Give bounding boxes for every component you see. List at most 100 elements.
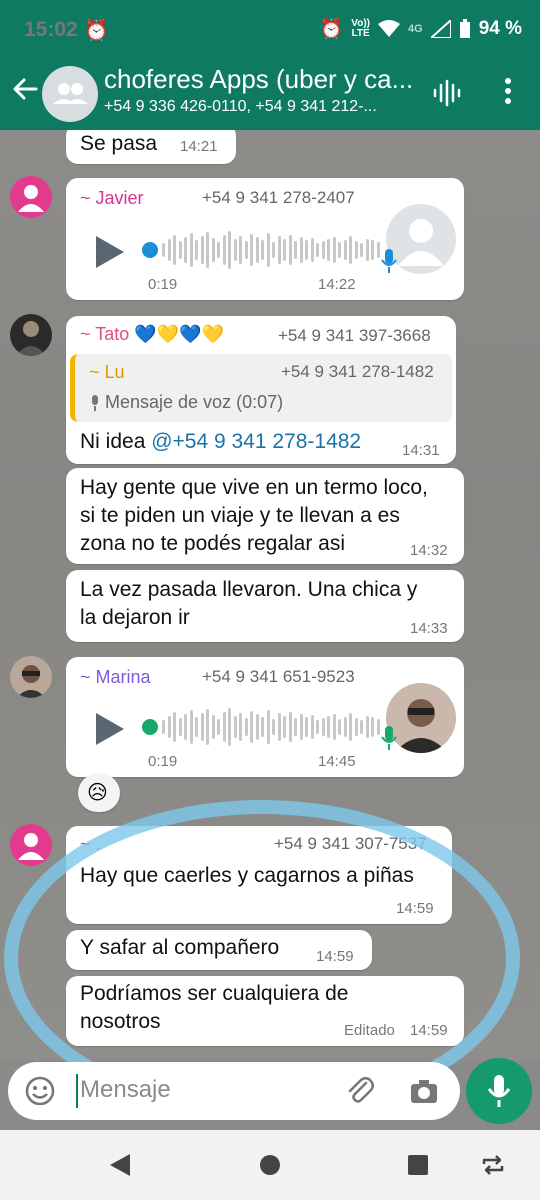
waveform-bar bbox=[178, 718, 182, 736]
waveform-bar bbox=[200, 236, 204, 264]
waveform[interactable] bbox=[142, 228, 382, 272]
waveform-bar bbox=[321, 718, 325, 736]
waveform-bar bbox=[283, 239, 286, 261]
reaction-badge[interactable]: 😥 bbox=[78, 774, 120, 812]
message-bubble[interactable]: ~ . +54 9 341 307-7537 Hay que caerles y… bbox=[66, 826, 452, 924]
rotate-icon[interactable] bbox=[480, 1154, 506, 1176]
waveform-bar bbox=[206, 232, 209, 268]
waveform-bar bbox=[173, 235, 176, 265]
waveform-bar bbox=[349, 713, 352, 741]
waveform-bar bbox=[305, 240, 308, 260]
message-time: 14:45 bbox=[318, 753, 356, 770]
message-text: Ni idea @+54 9 341 278-1482 bbox=[80, 430, 362, 453]
voice-message[interactable]: ~ Javier +54 9 341 278-2407 0:19 14:22 bbox=[66, 178, 464, 300]
play-icon[interactable] bbox=[94, 234, 126, 270]
message-bubble[interactable]: La vez pasada llevaron. Una chica y la d… bbox=[66, 570, 464, 642]
waveform-bar bbox=[255, 237, 259, 263]
signal-icon bbox=[430, 20, 451, 38]
waveform-bar bbox=[310, 238, 314, 262]
sender-name: ~ Javier bbox=[80, 188, 144, 208]
waveform-bar bbox=[299, 714, 303, 740]
waveform-bar bbox=[288, 235, 292, 265]
message-text-line: Podríamos ser cualquiera de bbox=[80, 982, 349, 1005]
message-input[interactable]: Mensaje bbox=[80, 1076, 171, 1104]
waveform-bar bbox=[250, 234, 253, 266]
waveform-bar bbox=[266, 710, 270, 744]
waveform-bar bbox=[255, 714, 259, 740]
waveform-bar bbox=[178, 241, 182, 259]
voice-chat-icon[interactable] bbox=[432, 78, 462, 108]
waveform-bar bbox=[288, 712, 292, 742]
waveform-bar bbox=[195, 240, 198, 260]
message-bubble[interactable]: Hay gente que vive en un termo loco, si … bbox=[66, 468, 464, 564]
waveform-bar bbox=[162, 720, 165, 734]
more-options-icon[interactable] bbox=[498, 74, 518, 108]
message-time: 14:22 bbox=[318, 276, 356, 293]
attach-icon[interactable] bbox=[344, 1075, 376, 1107]
group-avatar[interactable] bbox=[42, 66, 98, 122]
waveform-bar bbox=[206, 709, 209, 745]
waveform-bar bbox=[211, 238, 215, 262]
status-time: 15:02 bbox=[24, 18, 78, 41]
message-list[interactable]: Se pasa 14:21 ~ Javier +54 9 341 278-240… bbox=[0, 130, 540, 1060]
waveform[interactable] bbox=[142, 705, 382, 749]
home-icon[interactable] bbox=[258, 1153, 282, 1177]
chat-participants[interactable]: +54 9 336 426-0110, +54 9 341 212-... bbox=[104, 98, 414, 116]
sender-phone: +54 9 341 651-9523 bbox=[202, 667, 355, 686]
system-nav-bar bbox=[0, 1130, 540, 1200]
waveform-bar bbox=[332, 237, 336, 263]
message-text-line: la dejaron ir bbox=[80, 606, 190, 629]
waveform-bar bbox=[310, 715, 314, 739]
battery-icon bbox=[459, 19, 470, 38]
playhead[interactable] bbox=[142, 242, 158, 258]
avatar[interactable] bbox=[10, 176, 52, 218]
recents-icon[interactable] bbox=[407, 1154, 429, 1176]
back-icon[interactable] bbox=[108, 1152, 132, 1178]
chat-title[interactable]: choferes Apps (uber y ca... bbox=[104, 64, 414, 95]
waveform-bar bbox=[217, 242, 220, 258]
message-bubble[interactable]: Podríamos ser cualquiera de nosotros Edi… bbox=[66, 976, 464, 1046]
sender-name: ~ Tato 💙💛💙💛 bbox=[80, 324, 224, 344]
waveform-bar bbox=[217, 719, 220, 735]
default-avatar-icon bbox=[18, 185, 44, 212]
waveform-bar bbox=[360, 720, 363, 734]
avatar[interactable] bbox=[10, 656, 52, 698]
message-text-line: nosotros bbox=[80, 1010, 161, 1033]
message-text: Hay que caerles y cagarnos a piñas bbox=[80, 864, 414, 887]
waveform-bar bbox=[173, 712, 176, 742]
waveform-bar bbox=[222, 235, 226, 265]
message-text: Y safar al compañero bbox=[80, 936, 280, 959]
message-bubble[interactable]: ~ Tato 💙💛💙💛 +54 9 341 397-3668 ~ Lu +54 … bbox=[66, 316, 456, 464]
avatar[interactable] bbox=[10, 314, 52, 356]
waveform-bar bbox=[343, 240, 347, 260]
text-caret bbox=[76, 1074, 78, 1108]
message-bubble[interactable]: Se pasa 14:21 bbox=[66, 130, 236, 164]
message-text-line: si te piden un viaje y te llevan a es bbox=[80, 504, 400, 527]
waveform-bar bbox=[327, 716, 330, 738]
sender-phone: +54 9 341 307-7537 bbox=[274, 834, 427, 853]
waveform-bar bbox=[228, 231, 231, 269]
play-icon[interactable] bbox=[94, 711, 126, 747]
camera-icon[interactable] bbox=[408, 1075, 440, 1107]
back-arrow-icon[interactable] bbox=[10, 74, 40, 104]
avatar[interactable] bbox=[10, 824, 52, 866]
mic-icon bbox=[381, 249, 397, 273]
voice-record-button[interactable] bbox=[466, 1058, 532, 1124]
message-time: 14:33 bbox=[410, 620, 448, 637]
quoted-message[interactable]: ~ Lu +54 9 341 278-1482 Mensaje de voz (… bbox=[70, 354, 452, 422]
playhead[interactable] bbox=[142, 719, 158, 735]
waveform-bar bbox=[261, 717, 264, 737]
waveform-bar bbox=[228, 708, 231, 746]
profile-photo-icon bbox=[16, 321, 46, 356]
alarm-icon: ⏰ bbox=[319, 19, 344, 40]
voice-message[interactable]: ~ Marina +54 9 341 651-9523 0:19 14:45 bbox=[66, 657, 464, 777]
chat-header: choferes Apps (uber y ca... +54 9 336 42… bbox=[0, 60, 540, 130]
volte-icon: Vo)) LTE bbox=[351, 18, 370, 39]
message-input-bar[interactable]: Mensaje bbox=[8, 1062, 460, 1120]
waveform-bar bbox=[239, 236, 242, 264]
message-bubble[interactable]: Y safar al compañero 14:59 bbox=[66, 930, 372, 970]
waveform-bar bbox=[343, 717, 347, 737]
emoji-icon[interactable] bbox=[24, 1075, 56, 1107]
waveform-bar bbox=[299, 237, 303, 263]
mention-link[interactable]: @+54 9 341 278-1482 bbox=[151, 430, 361, 453]
